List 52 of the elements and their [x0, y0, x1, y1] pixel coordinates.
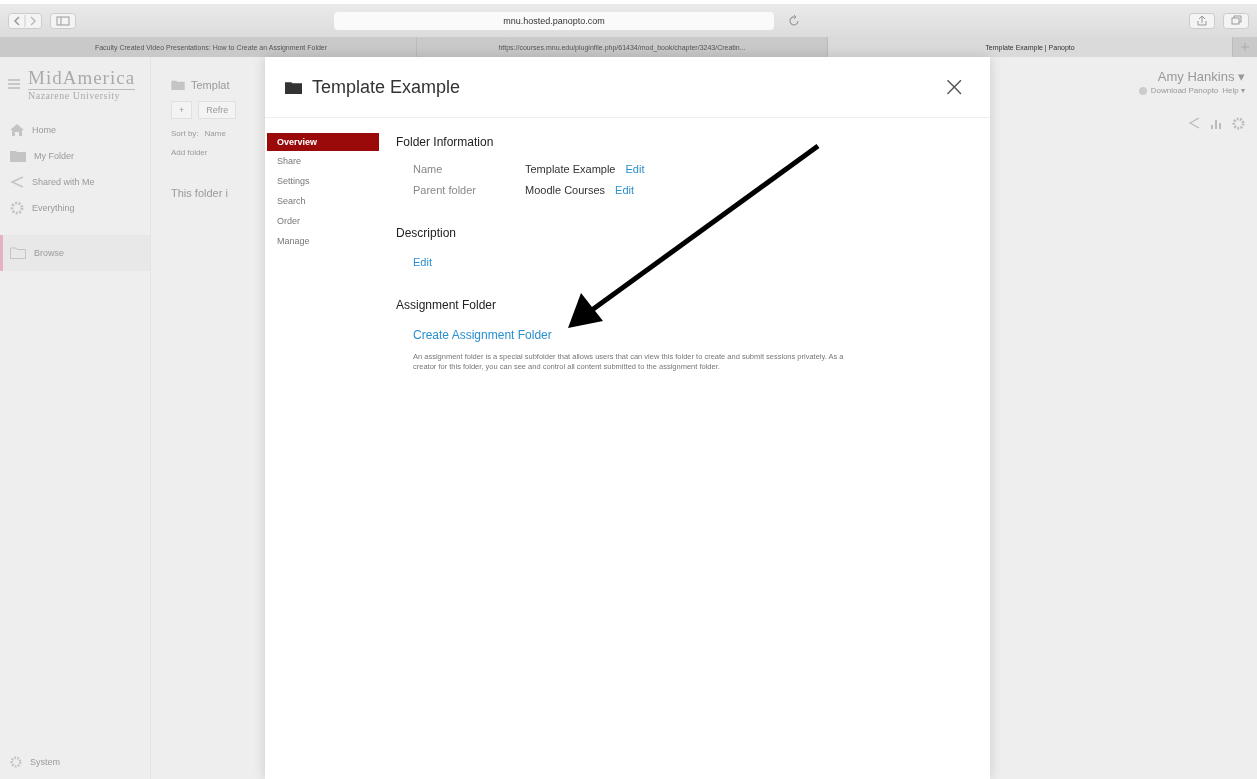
back-forward-icon[interactable]: [8, 12, 42, 29]
field-label: Parent folder: [413, 184, 477, 196]
folder-icon: [10, 150, 26, 162]
field-label: Name: [413, 163, 444, 175]
edit-link[interactable]: Edit: [615, 184, 635, 196]
field-value: Template Example: [525, 163, 616, 175]
dialog-tab[interactable]: Overview: [267, 133, 379, 151]
university-logo[interactable]: MidAmerica Nazarene University: [28, 67, 136, 101]
section-heading: Description: [396, 226, 458, 240]
sort-label: Sort by:: [171, 129, 199, 138]
share-icon[interactable]: [1189, 12, 1215, 29]
sidebar-item[interactable]: My Folder: [0, 143, 150, 169]
menu-icon[interactable]: [8, 79, 20, 89]
new-tab-icon[interactable]: [1239, 41, 1251, 53]
user-menu[interactable]: Amy Hankins ▾: [1157, 69, 1245, 84]
dialog-tab[interactable]: Share: [267, 153, 379, 173]
sidebar-item[interactable]: Browse: [0, 235, 150, 271]
sidebar-toggle-icon[interactable]: [50, 12, 76, 29]
add-button[interactable]: +: [171, 101, 193, 119]
refresh-button[interactable]: Refre: [198, 101, 237, 119]
address-field[interactable]: mnu.hosted.panopto.com: [334, 11, 774, 30]
edit-link[interactable]: Edit: [413, 256, 432, 268]
section-heading: Assignment Folder: [396, 298, 498, 312]
sidebar-item[interactable]: Everything: [0, 195, 150, 221]
folder-icon: [10, 247, 26, 259]
sidebar-item[interactable]: Shared with Me: [0, 169, 150, 195]
add-folder-link[interactable]: Add folder: [171, 148, 208, 157]
dialog-tab[interactable]: Search: [267, 193, 379, 213]
home-icon: [10, 124, 24, 136]
edit-link[interactable]: Edit: [625, 163, 645, 175]
close-button[interactable]: ×: [938, 73, 970, 101]
folder-icon: [171, 80, 185, 90]
download-link[interactable]: Download Panopto: [1150, 86, 1219, 95]
folder-title: Templat: [191, 79, 230, 91]
dialog-tab[interactable]: Order: [267, 213, 379, 233]
share-icon[interactable]: [1188, 117, 1200, 129]
sidebar-item[interactable]: System: [0, 749, 150, 775]
reload-icon[interactable]: [788, 14, 800, 27]
dialog-tab[interactable]: Settings: [267, 173, 379, 193]
share-icon: [10, 176, 24, 188]
section-heading: Folder Information: [396, 135, 495, 149]
tabs-icon[interactable]: [1223, 12, 1249, 29]
sort-option[interactable]: Name: [204, 129, 226, 138]
field-value: Moodle Courses: [525, 184, 606, 196]
dialog-title: Template Example: [312, 76, 461, 98]
folder-icon: [285, 80, 302, 94]
stats-icon[interactable]: [1210, 117, 1222, 129]
sidebar-item[interactable]: Home: [0, 117, 150, 143]
create-assignment-folder-link[interactable]: Create Assignment Folder: [413, 328, 552, 342]
dialog-tab[interactable]: Manage: [267, 233, 379, 253]
empty-message: This folder i: [171, 187, 229, 199]
help-menu[interactable]: Help ▾: [1222, 86, 1245, 95]
